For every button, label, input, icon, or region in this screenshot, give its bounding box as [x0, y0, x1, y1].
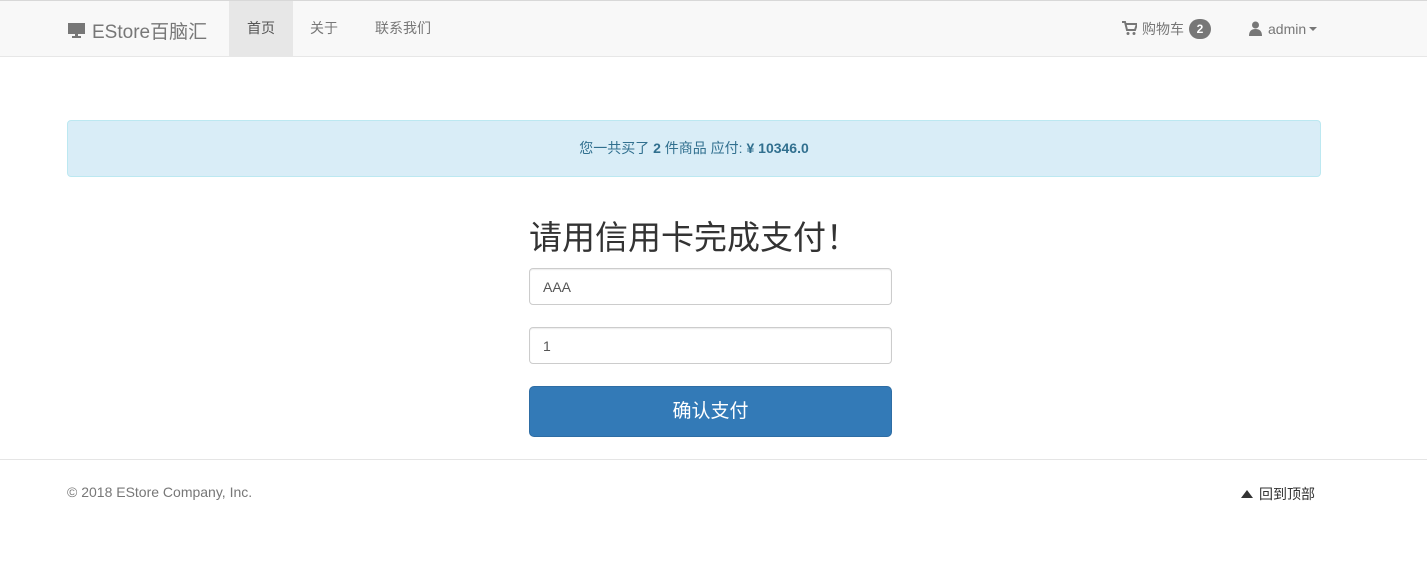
user-menu[interactable]: admin — [1248, 1, 1318, 56]
user-icon — [1249, 21, 1262, 36]
card-number-input[interactable] — [529, 327, 892, 364]
footer-divider — [0, 459, 1427, 460]
nav-home[interactable]: 首页 — [229, 1, 293, 56]
summary-prefix: 您一共买了 — [579, 140, 650, 156]
monitor-icon — [68, 22, 85, 38]
confirm-payment-button[interactable]: 确认支付 — [529, 386, 892, 437]
cardholder-name-input[interactable] — [529, 268, 892, 305]
navbar: EStore百脑汇 首页 关于 联系我们 购物车 2 admin — [0, 0, 1427, 57]
brand-link[interactable]: EStore百脑汇 — [67, 18, 208, 43]
shopping-cart-icon — [1122, 21, 1137, 35]
amount-due: 10346.0 — [758, 140, 809, 156]
payment-title: 请用信用卡完成支付！ — [529, 219, 859, 256]
brand-name: EStore百脑汇 — [92, 21, 208, 43]
item-quantity: 2 — [653, 140, 661, 156]
summary-middle: 件商品 应付: — [664, 140, 743, 156]
cart-count-badge: 2 — [1189, 18, 1211, 39]
cart-label: 购物车 — [1142, 20, 1184, 37]
order-summary-alert: 您一共买了 2 件商品 应付: ¥ 10346.0 — [67, 120, 1321, 177]
nav-contact[interactable]: 联系我们 — [355, 1, 451, 56]
copyright-text: © 2018 EStore Company, Inc. — [67, 484, 253, 500]
back-to-top-link[interactable]: 回到顶部 — [1240, 484, 1315, 504]
nav-about[interactable]: 关于 — [293, 1, 355, 56]
triangle-up-icon — [1241, 490, 1253, 498]
chevron-down-icon — [1309, 26, 1318, 31]
back-to-top-label: 回到顶部 — [1259, 486, 1315, 502]
user-name: admin — [1268, 20, 1307, 37]
currency-symbol: ¥ — [746, 140, 755, 156]
cart-link[interactable]: 购物车 2 — [1122, 1, 1211, 56]
